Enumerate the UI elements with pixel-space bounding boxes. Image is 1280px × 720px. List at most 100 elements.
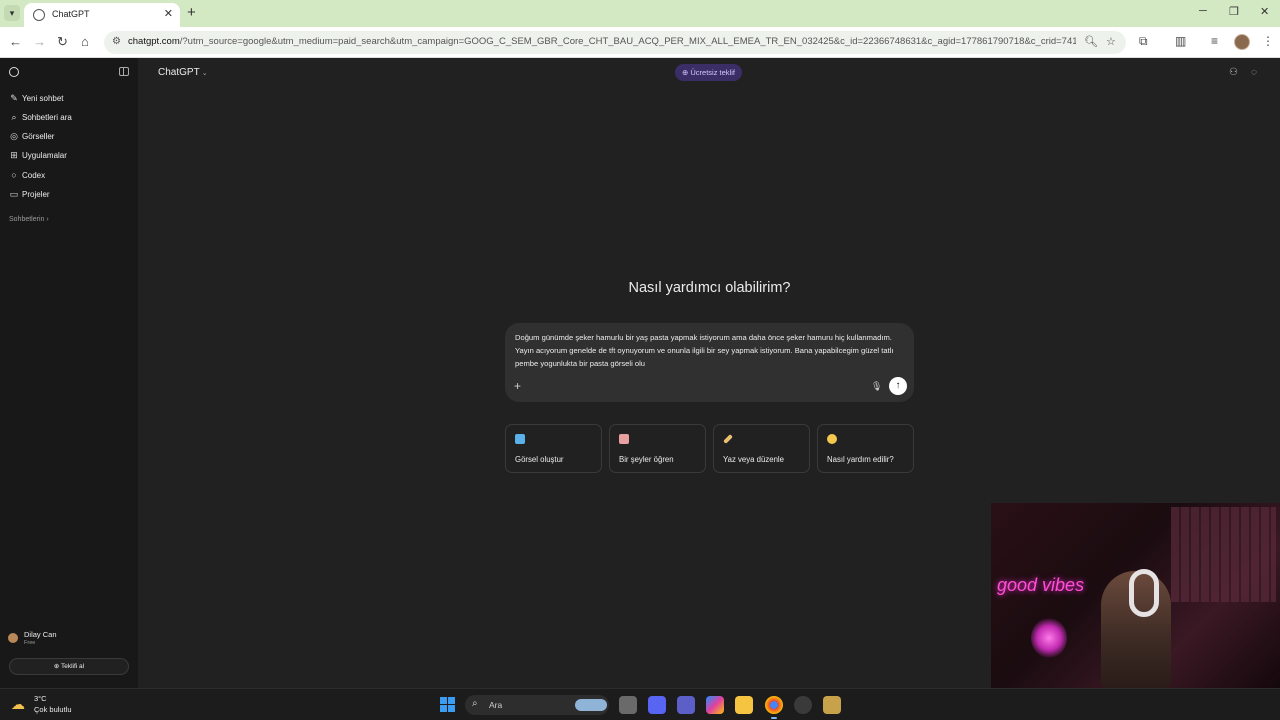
- sidebar-item-images[interactable]: ◎ Görseller: [6, 129, 132, 146]
- sidebar-item-new-chat[interactable]: ✎ Yeni sohbet: [6, 91, 132, 108]
- search-highlight-icon: [575, 699, 607, 711]
- url-host: chatgpt.com: [128, 36, 180, 47]
- neon-sign: good vibes: [997, 575, 1085, 595]
- chevron-down-icon: ⌄: [201, 70, 208, 77]
- book-icon: [619, 434, 629, 444]
- suggestion-label: Bir şeyler öğren: [619, 455, 674, 464]
- task-view-icon[interactable]: [619, 696, 637, 714]
- chatgpt-favicon-icon: [33, 9, 45, 21]
- headset: [1129, 569, 1159, 617]
- taskbar-search[interactable]: ⌕ Ara: [465, 695, 609, 715]
- forward-icon[interactable]: →: [33, 34, 46, 50]
- copilot-icon[interactable]: [706, 696, 724, 714]
- weather-cloud-icon[interactable]: ☁: [11, 696, 25, 713]
- reload-icon[interactable]: ↻: [57, 34, 68, 50]
- suggestion-label: Görsel oluştur: [515, 455, 564, 464]
- sidebar-item-projects[interactable]: ▭ Projeler: [6, 187, 132, 204]
- sidebar: ✎ Yeni sohbet ⌕ Sohbetleri ara ◎ Görsell…: [0, 58, 138, 688]
- model-name: ChatGPT: [158, 67, 200, 78]
- tab-list-button[interactable]: ▾: [4, 5, 20, 21]
- image-icon: ◎: [10, 131, 18, 141]
- suggestion-learn[interactable]: Bir şeyler öğren: [609, 424, 706, 473]
- codex-icon: ○: [11, 170, 17, 180]
- tab-title: ChatGPT: [52, 9, 90, 19]
- user-icon[interactable]: ⚇: [1229, 67, 1238, 78]
- new-tab-button[interactable]: +: [187, 4, 196, 22]
- back-icon[interactable]: ←: [9, 34, 22, 50]
- browser-tab-bar: ▾ ChatGPT ✕ + ─ ❐ ✕: [0, 0, 1280, 27]
- sidebar-item-search-chats[interactable]: ⌕ Sohbetleri ara: [6, 110, 132, 127]
- page-title: Nasıl yardımcı olabilirim?: [628, 280, 791, 296]
- pencil-icon: [723, 434, 733, 444]
- windows-taskbar: ☁ 3°C Çok bulutlu ⌕ Ara: [0, 688, 1280, 720]
- bookmark-star-icon[interactable]: ☆: [1106, 35, 1116, 48]
- prompt-input[interactable]: Doğum günümde şeker hamurlu bir yaş past…: [515, 332, 907, 370]
- sidebar-item-label: Yeni sohbet: [22, 94, 64, 103]
- search-icon: ⌕: [11, 112, 17, 122]
- sidebar-item-codex[interactable]: ○ Codex: [6, 168, 132, 185]
- browser-menu-icon[interactable]: ⋮: [1262, 34, 1274, 48]
- sidebar-item-label: Uygulamalar: [22, 151, 67, 160]
- sidebar-item-label: Sohbetleri ara: [22, 113, 72, 122]
- suggestion-help[interactable]: Nasıl yardım edilir?: [817, 424, 914, 473]
- temporary-chat-icon[interactable]: ◌: [1251, 67, 1257, 78]
- user-profile[interactable]: Dilay Can Free: [6, 628, 132, 650]
- edit-icon: ✎: [10, 93, 18, 103]
- teams-icon[interactable]: [677, 696, 695, 714]
- site-info-icon[interactable]: ⚙: [112, 36, 121, 47]
- suggestion-label: Yaz veya düzenle: [723, 455, 784, 464]
- minimize-window-icon[interactable]: ─: [1199, 5, 1207, 17]
- browser-profile-avatar[interactable]: [1234, 34, 1250, 50]
- get-offer-button[interactable]: ⊕ Teklifi al: [9, 658, 129, 675]
- restore-window-icon[interactable]: ❐: [1229, 5, 1239, 18]
- image-create-icon: [515, 434, 525, 444]
- home-icon[interactable]: ⌂: [81, 34, 89, 50]
- user-name: Dilay Can: [24, 630, 57, 639]
- add-attachment-button[interactable]: +: [514, 379, 521, 393]
- folder-icon: ▭: [9, 189, 19, 199]
- extensions-icon[interactable]: ⧉: [1139, 34, 1148, 49]
- zoom-icon[interactable]: 🔍︎: [1084, 35, 1098, 48]
- sidebar-item-label: Projeler: [22, 190, 50, 199]
- openai-logo-icon[interactable]: [9, 67, 19, 77]
- send-button[interactable]: ↑: [889, 377, 907, 395]
- file-explorer-icon[interactable]: [735, 696, 753, 714]
- search-placeholder: Ara: [489, 700, 503, 710]
- prompt-composer[interactable]: Doğum günümde şeker hamurlu bir yaş past…: [505, 323, 914, 402]
- suggestion-write-edit[interactable]: Yaz veya düzenle: [713, 424, 810, 473]
- league-client-icon[interactable]: [823, 696, 841, 714]
- address-bar[interactable]: ⚙ chatgpt.com/?utm_source=google&utm_med…: [104, 31, 1126, 54]
- webcam-overlay: good vibes: [991, 503, 1280, 688]
- suggestion-create-image[interactable]: Görsel oluştur: [505, 424, 602, 473]
- sidebar-section-chats[interactable]: Sohbetlerin ›: [9, 216, 49, 223]
- windows-start-icon[interactable]: [440, 697, 456, 713]
- discord-icon[interactable]: [648, 696, 666, 714]
- obs-icon[interactable]: [794, 696, 812, 714]
- suggestion-label: Nasıl yardım edilir?: [827, 455, 894, 464]
- lightbulb-icon: [827, 434, 837, 444]
- weather-description[interactable]: Çok bulutlu: [34, 705, 72, 714]
- search-icon: ⌕: [472, 698, 478, 709]
- sidebar-item-label: Codex: [22, 171, 46, 180]
- neon-light: [1031, 618, 1067, 658]
- sidebar-toggle-icon[interactable]: [119, 67, 129, 76]
- model-selector[interactable]: ChatGPT ⌄: [158, 67, 208, 78]
- wall-posters: [1171, 507, 1276, 602]
- free-offer-button[interactable]: ⊕ Ücretsiz teklif: [675, 64, 742, 81]
- url-text[interactable]: chatgpt.com/?utm_source=google&utm_mediu…: [128, 36, 1076, 47]
- browser-tab-chatgpt[interactable]: ChatGPT ✕: [24, 3, 180, 27]
- avatar: [8, 633, 18, 643]
- chrome-icon[interactable]: [765, 696, 783, 719]
- apps-icon: ⊞: [10, 150, 18, 160]
- weather-temperature[interactable]: 3°C: [34, 694, 47, 703]
- reading-list-icon[interactable]: ▥: [1175, 34, 1186, 48]
- browser-toolbar: ← → ↻ ⌂ ⚙ chatgpt.com/?utm_source=google…: [0, 27, 1280, 58]
- microphone-icon[interactable]: 🎙︎: [871, 381, 882, 392]
- tab-close-icon[interactable]: ✕: [164, 7, 173, 20]
- media-control-icon[interactable]: ≡: [1211, 34, 1218, 48]
- user-plan: Free: [24, 640, 36, 646]
- url-path: /?utm_source=google&utm_medium=paid_sear…: [179, 36, 1076, 47]
- close-window-icon[interactable]: ✕: [1260, 5, 1269, 18]
- sidebar-item-label: Görseller: [22, 132, 55, 141]
- sidebar-item-apps[interactable]: ⊞ Uygulamalar: [6, 148, 132, 165]
